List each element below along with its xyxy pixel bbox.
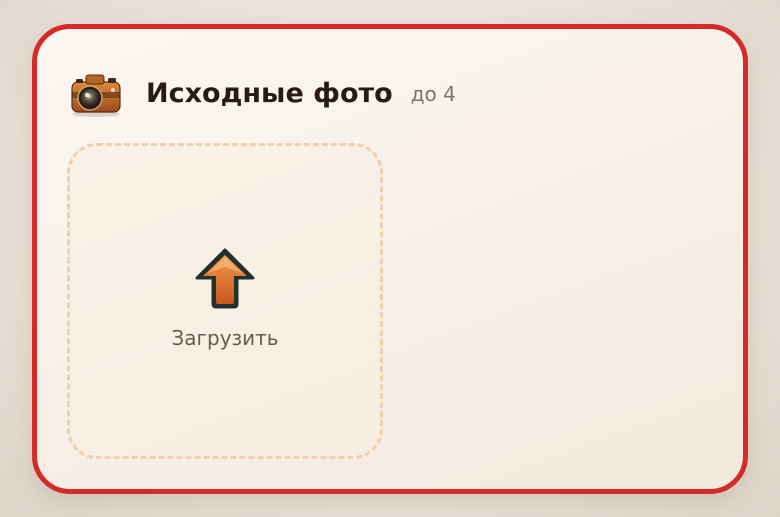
- upload-label: Загрузить: [171, 326, 279, 350]
- upload-arrow-icon: [195, 248, 255, 309]
- source-photos-panel: Исходные фото до 4 Загрузить: [32, 24, 748, 494]
- panel-title: Исходные фото: [146, 77, 393, 109]
- photo-limit-hint: до 4: [410, 82, 456, 106]
- panel-header: Исходные фото до 4: [68, 67, 456, 119]
- upload-dropzone[interactable]: Загрузить: [67, 143, 383, 459]
- camera-icon: [71, 74, 121, 117]
- page-background: Исходные фото до 4 Загрузить: [0, 0, 780, 517]
